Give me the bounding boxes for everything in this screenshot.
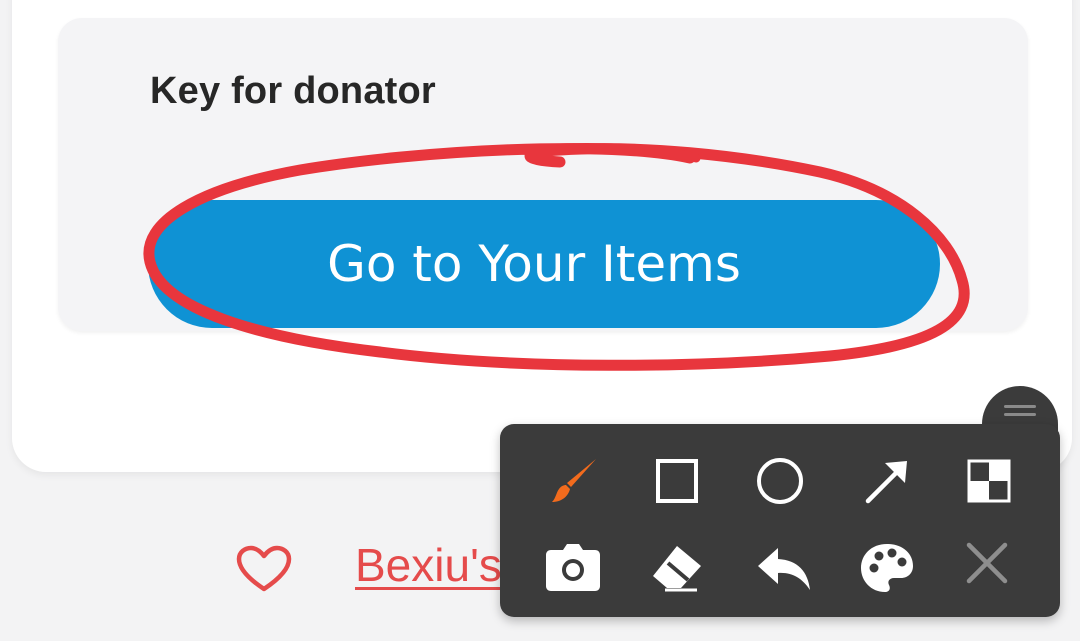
tool-arrow[interactable] [855, 449, 919, 513]
close-icon [966, 542, 1008, 584]
circle-icon [757, 458, 803, 504]
tool-rectangle[interactable] [645, 449, 709, 513]
donator-key-label: Key for donator [150, 70, 436, 112]
heart-icon[interactable] [236, 545, 292, 593]
palette-icon [861, 544, 913, 592]
brush-icon [552, 459, 596, 502]
tool-brush[interactable] [543, 449, 607, 513]
tool-mosaic[interactable] [957, 449, 1021, 513]
tool-screenshot[interactable] [541, 536, 605, 600]
arrow-icon [865, 461, 907, 504]
tool-undo[interactable] [752, 536, 816, 600]
square-icon [656, 459, 698, 503]
undo-icon [758, 548, 810, 590]
eraser-icon [653, 546, 701, 592]
drag-handle-icon [1004, 405, 1036, 416]
tool-eraser[interactable] [645, 536, 709, 600]
go-to-your-items-button[interactable]: Go to Your Items [148, 200, 940, 328]
tool-circle[interactable] [748, 449, 812, 513]
camera-icon [546, 544, 600, 591]
tool-close[interactable] [955, 531, 1019, 595]
mosaic-icon [967, 459, 1011, 503]
tool-color[interactable] [855, 536, 919, 600]
go-to-your-items-label: Go to Your Items [327, 235, 741, 293]
